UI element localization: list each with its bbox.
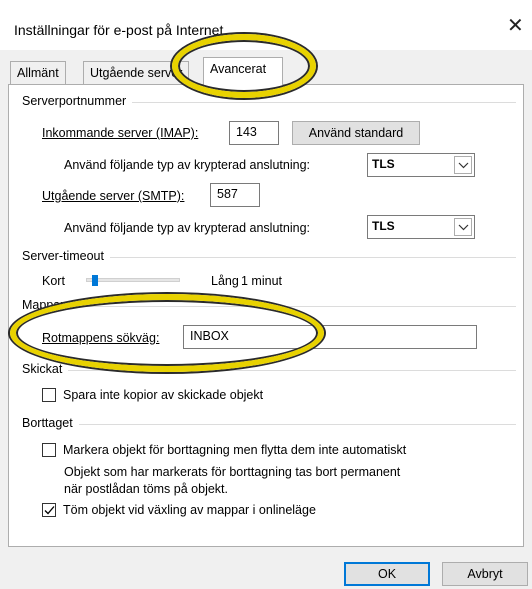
outgoing-server-label: Utgående server (SMTP): (42, 189, 185, 203)
timeout-slider-thumb[interactable] (92, 275, 99, 286)
checkmark-icon (44, 506, 55, 515)
cancel-button[interactable]: Avbryt (442, 562, 528, 586)
group-title-server-timeout: Server-timeout (22, 249, 110, 263)
purge-label: Töm objekt vid växling av mappar i onlin… (63, 503, 316, 517)
incoming-port-input[interactable]: 143 (229, 121, 279, 145)
deletion-info-line2: när postlådan töms på objekt. (64, 482, 228, 496)
tab-general[interactable]: Allmänt (10, 61, 66, 84)
use-default-button[interactable]: Använd standard (292, 121, 420, 145)
timeout-value: 1 minut (241, 274, 282, 288)
ok-button[interactable]: OK (344, 562, 430, 586)
incoming-encryption-value: TLS (372, 157, 395, 171)
group-divider (28, 370, 516, 371)
chevron-down-icon[interactable] (454, 156, 472, 174)
incoming-encryption-label: Använd följande typ av krypterad anslutn… (64, 158, 310, 172)
highlight-ellipse-advanced-tab (172, 34, 316, 98)
outgoing-encryption-label: Använd följande typ av krypterad anslutn… (64, 221, 310, 235)
window-title: Inställningar för e-post på Internet (14, 22, 224, 38)
outgoing-port-input[interactable]: 587 (210, 183, 260, 207)
mark-for-deletion-checkbox[interactable] (42, 443, 56, 457)
chevron-down-icon[interactable] (454, 218, 472, 236)
outgoing-encryption-select[interactable]: TLS (367, 215, 475, 239)
no-copies-label: Spara inte kopior av skickade objekt (63, 388, 264, 402)
mark-for-deletion-label: Markera objekt för borttagning men flytt… (63, 443, 407, 457)
timeout-slider-track[interactable] (86, 278, 180, 282)
group-title-sent-items: Skickat (22, 362, 69, 376)
timeout-long-label: Lång (211, 274, 239, 288)
incoming-server-label: Inkommande server (IMAP): (42, 126, 199, 140)
timeout-short-label: Kort (42, 274, 65, 288)
outgoing-encryption-value: TLS (372, 219, 395, 233)
deletion-info-line1: Objekt som har markerats för borttagning… (64, 465, 401, 479)
incoming-encryption-select[interactable]: TLS (367, 153, 475, 177)
no-copies-checkbox[interactable] (42, 388, 56, 402)
highlight-ellipse-root-path (10, 294, 324, 372)
purge-checkbox[interactable] (42, 503, 56, 517)
group-title-server-ports: Serverportnummer (22, 94, 133, 108)
close-icon[interactable]: ✕ (507, 16, 524, 36)
group-divider (28, 424, 516, 425)
group-title-deleted-items: Borttaget (22, 416, 79, 430)
